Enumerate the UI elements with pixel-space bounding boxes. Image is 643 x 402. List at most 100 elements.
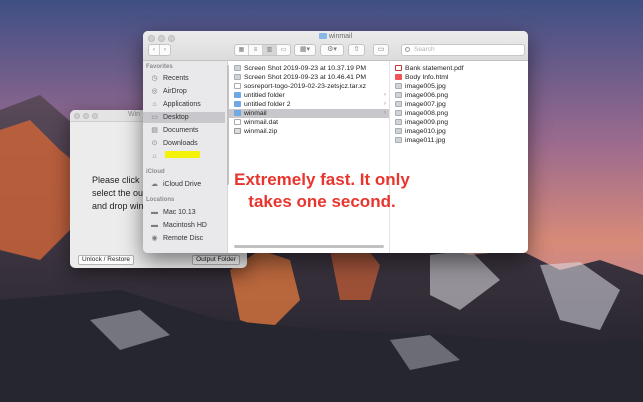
file-row[interactable]: Screen Shot 2019-09-23 at 10.37.19 PM — [229, 64, 389, 73]
file-icon — [395, 82, 402, 89]
locations-header: Locations — [146, 197, 175, 203]
file-row[interactable]: image011.jpg — [390, 136, 528, 145]
chevron-right-icon: › — [384, 101, 386, 107]
file-row[interactable]: image009.png — [390, 118, 528, 127]
home-icon: ⌂ — [152, 153, 157, 160]
drive-icon: ▬ — [151, 222, 158, 229]
folder-icon — [318, 33, 327, 39]
sidebar-item-applications[interactable]: ⌂ Applications — [143, 99, 225, 110]
file-row[interactable]: image008.png — [390, 109, 528, 118]
file-row[interactable]: untitled folder › — [229, 91, 389, 100]
sidebar-item-icloud-drive[interactable]: ☁ iCloud Drive — [143, 179, 225, 190]
file-row[interactable]: winmail.zip — [229, 127, 389, 136]
file-icon — [395, 100, 402, 107]
share-icon[interactable]: ⇧ — [348, 44, 365, 56]
sidebar-item-downloads[interactable]: ⊙ Downloads — [143, 138, 225, 149]
file-row[interactable]: image006.png — [390, 91, 528, 100]
sidebar-item-label: Mac 10.13 — [163, 209, 196, 216]
sidebar-item-label: Documents — [163, 127, 199, 134]
file-name: image010.jpg — [405, 128, 446, 135]
file-icon — [395, 73, 402, 80]
file-name: winmail.dat — [244, 119, 278, 126]
file-icon — [395, 91, 402, 98]
search-placeholder: Search — [414, 46, 435, 53]
file-name: untitled folder 2 — [244, 101, 291, 108]
group-icon[interactable]: ▦▾ — [294, 44, 316, 56]
file-column-2: Bank statement.pdf Body Info.html image005… — [390, 61, 528, 253]
window-title: winmail — [143, 33, 528, 40]
file-row[interactable]: winmail.dat — [229, 118, 389, 127]
sidebar-item-label: Macintosh HD — [163, 222, 207, 229]
tag-icon[interactable]: ▭ — [373, 44, 389, 56]
sidebar-item-remote-disc[interactable]: ◉ Remote Disc — [143, 233, 225, 244]
documents-icon: ▤ — [151, 127, 158, 134]
folder-icon — [234, 109, 241, 116]
finder-window: winmail ‹ › ▦ ≡ ▥ ▭ ▦▾ ⚙▾ ⇧ ▭ Search Fav… — [143, 31, 528, 253]
sidebar-item-macintosh-hd[interactable]: ▬ Macintosh HD — [143, 220, 225, 231]
folder-icon — [234, 91, 241, 98]
drive-icon: ▬ — [151, 209, 158, 216]
nav-buttons: ‹ › — [148, 44, 171, 56]
sidebar-item-recents[interactable]: ◷ Recents — [143, 73, 225, 84]
horizontal-scrollbar[interactable] — [234, 245, 384, 248]
gear-icon[interactable]: ⚙▾ — [320, 44, 344, 56]
forward-chevron-icon[interactable]: › — [160, 45, 170, 55]
list-view-icon[interactable]: ≡ — [249, 45, 263, 55]
file-icon — [234, 127, 241, 134]
file-row[interactable]: image010.jpg — [390, 127, 528, 136]
disc-icon: ◉ — [151, 235, 158, 242]
sidebar-item-documents[interactable]: ▤ Documents — [143, 125, 225, 136]
icon-view-icon[interactable]: ▦ — [235, 45, 249, 55]
chevron-right-icon: › — [384, 92, 386, 98]
file-column-1: Screen Shot 2019-09-23 at 10.37.19 PM Scr… — [229, 61, 389, 253]
file-row[interactable]: winmail › — [229, 109, 389, 118]
clock-icon: ◷ — [151, 75, 158, 82]
file-row[interactable]: untitled folder 2 › — [229, 100, 389, 109]
file-icon — [395, 109, 402, 116]
file-name: image005.jpg — [405, 83, 446, 90]
file-name: image009.png — [405, 119, 449, 126]
overlay-caption: Extremely fast. It only takes one second… — [234, 170, 410, 211]
finder-titlebar: winmail ‹ › ▦ ≡ ▥ ▭ ▦▾ ⚙▾ ⇧ ▭ Search — [143, 31, 528, 61]
search-icon — [405, 47, 410, 52]
file-name: Screen Shot 2019-09-23 at 10.46.41 PM — [244, 74, 367, 81]
output-folder-button[interactable]: Output Folder — [192, 255, 240, 265]
file-row[interactable]: Body Info.html — [390, 73, 528, 82]
file-icon — [395, 136, 402, 143]
file-name: winmail — [244, 110, 267, 117]
sidebar-item-desktop[interactable]: ▭ Desktop — [143, 112, 225, 123]
file-name: winmail.zip — [244, 128, 278, 135]
file-name: untitled folder — [244, 92, 285, 99]
sidebar-item-airdrop[interactable]: ◎ AirDrop — [143, 86, 225, 97]
file-name: Body Info.html — [405, 74, 449, 81]
minimize-button[interactable] — [83, 113, 89, 119]
gallery-view-icon[interactable]: ▭ — [277, 45, 290, 55]
unlock-restore-button[interactable]: Unlock / Restore — [78, 255, 134, 265]
file-row[interactable]: sosreport-togo-2019-02-23-zetsjcz.tar.xz — [229, 82, 389, 91]
search-input[interactable]: Search — [401, 44, 525, 56]
file-name: sosreport-togo-2019-02-23-zetsjcz.tar.xz — [244, 83, 367, 90]
close-button[interactable] — [74, 113, 80, 119]
back-chevron-icon[interactable]: ‹ — [149, 45, 160, 55]
file-icon — [234, 64, 241, 71]
view-switcher: ▦ ≡ ▥ ▭ — [234, 44, 291, 56]
file-row[interactable]: Screen Shot 2019-09-23 at 10.46.41 PM — [229, 73, 389, 82]
cloud-icon: ☁ — [151, 181, 158, 188]
sidebar-scrollbar[interactable] — [227, 65, 229, 185]
sidebar-item-label: Recents — [163, 75, 189, 82]
file-icon — [234, 73, 241, 80]
column-view-icon[interactable]: ▥ — [263, 45, 277, 55]
file-icon — [395, 64, 402, 71]
file-row[interactable]: image007.jpg — [390, 100, 528, 109]
file-row[interactable]: image005.jpg — [390, 82, 528, 91]
file-icon — [234, 82, 241, 89]
file-name: image008.png — [405, 110, 449, 117]
sidebar-item-mac[interactable]: ▬ Mac 10.13 — [143, 207, 225, 218]
file-name: image007.jpg — [405, 101, 446, 108]
icloud-header: iCloud — [146, 169, 165, 175]
file-icon — [234, 118, 241, 125]
file-name: image011.jpg — [405, 137, 446, 144]
zoom-button[interactable] — [92, 113, 98, 119]
file-row[interactable]: Bank statement.pdf — [390, 64, 528, 73]
downloads-icon: ⊙ — [151, 140, 158, 147]
